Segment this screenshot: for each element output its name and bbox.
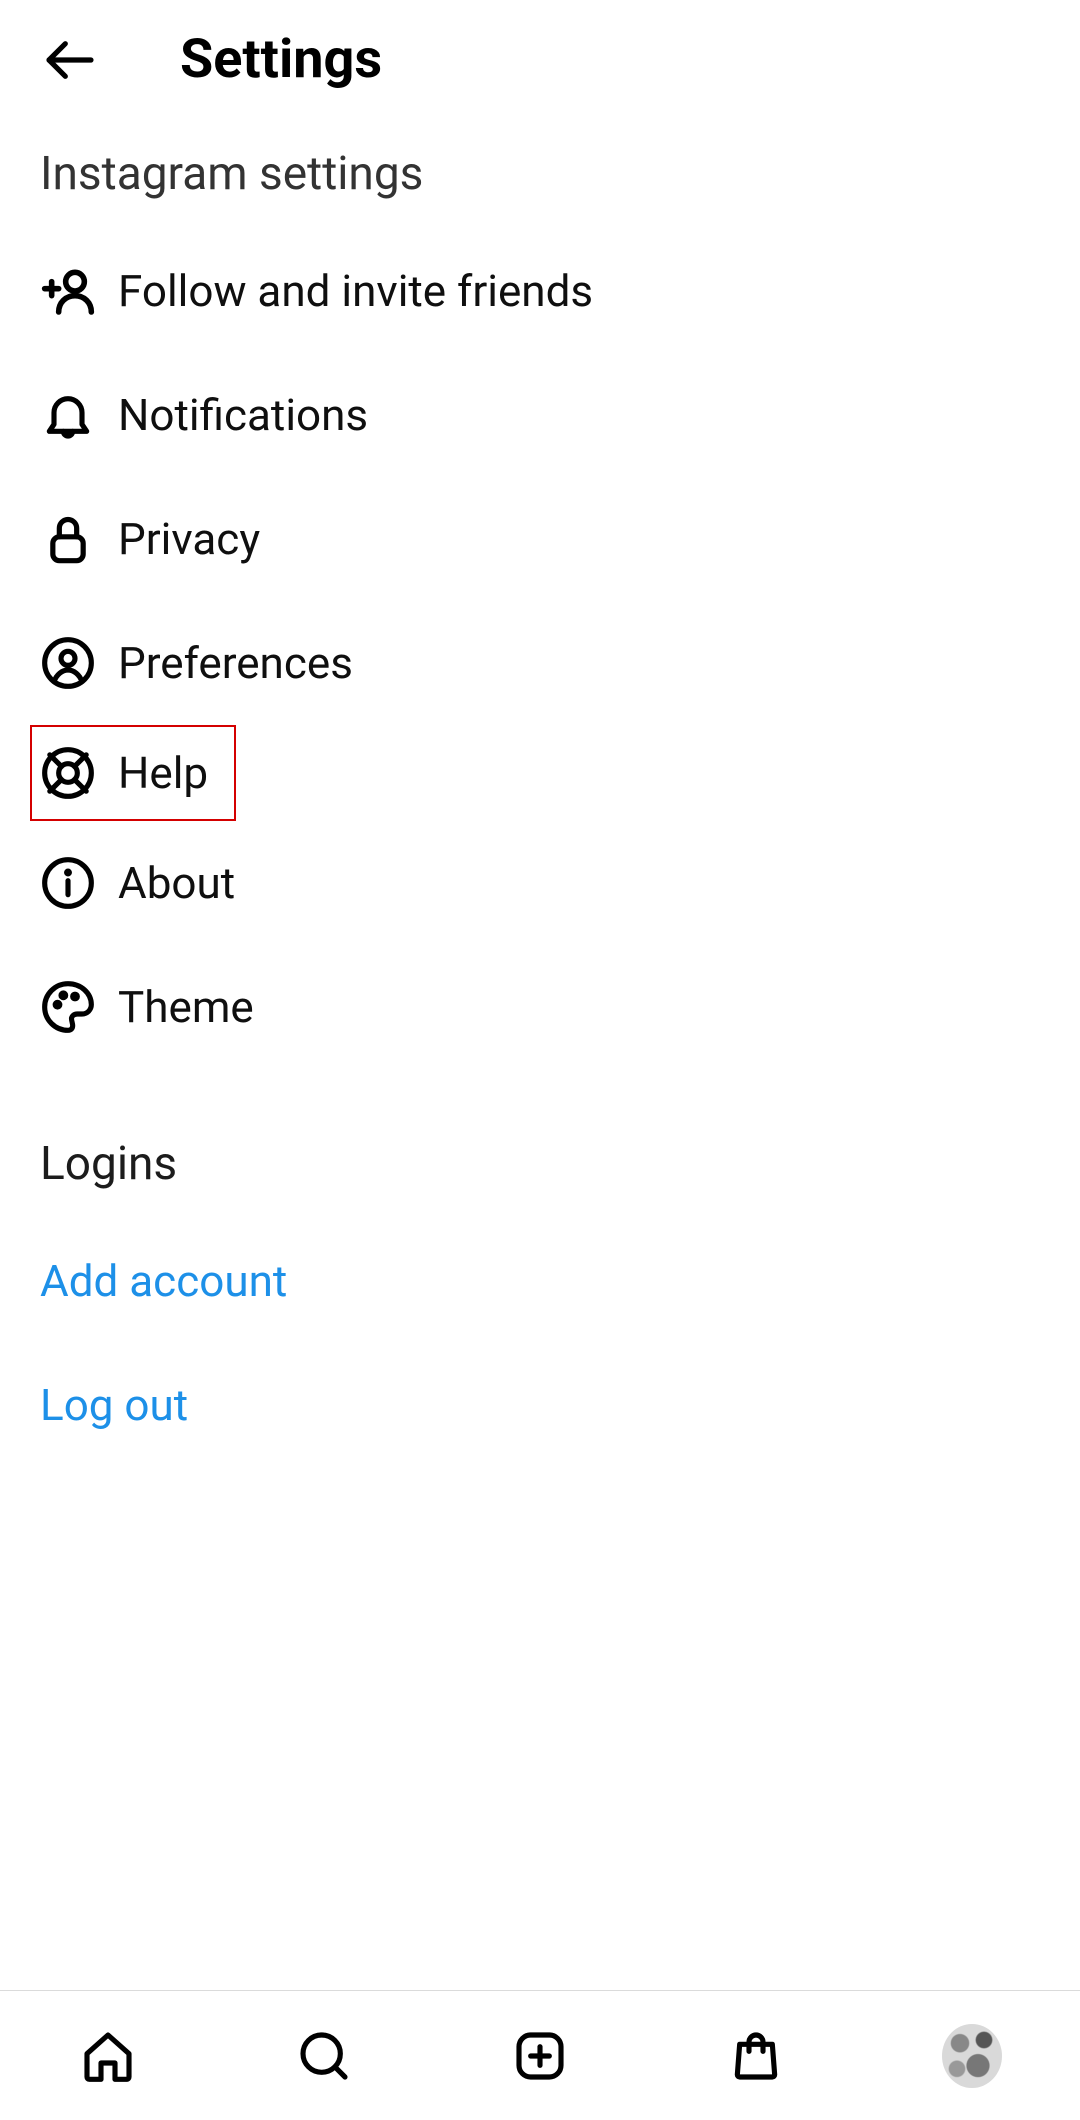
menu-item-follow-invite[interactable]: Follow and invite friends (0, 229, 1080, 353)
page-title: Settings (180, 28, 382, 91)
home-icon (80, 2028, 136, 2084)
header: Settings (0, 0, 1080, 119)
menu-label: Follow and invite friends (118, 265, 593, 317)
menu-item-preferences[interactable]: Preferences (0, 601, 1080, 725)
nav-home[interactable] (78, 2026, 138, 2086)
menu-label: Notifications (118, 389, 368, 441)
highlight-box: Help (30, 725, 236, 821)
add-person-icon (40, 263, 96, 319)
lifebuoy-icon (40, 745, 96, 801)
menu-label: About (118, 857, 235, 909)
palette-icon (40, 979, 96, 1035)
log-out-link[interactable]: Log out (0, 1343, 1080, 1467)
search-icon (296, 2028, 352, 2084)
avatar (942, 2024, 1002, 2088)
section-title-logins: Logins (0, 1109, 1080, 1219)
menu-item-about[interactable]: About (0, 821, 1080, 945)
bottom-nav (0, 1990, 1080, 2120)
person-circle-icon (40, 635, 96, 691)
menu-list: Follow and invite friends Notifications … (0, 229, 1080, 1069)
bell-icon (40, 387, 96, 443)
menu-label: Preferences (118, 637, 353, 689)
back-button[interactable] (40, 30, 100, 90)
nav-search[interactable] (294, 2026, 354, 2086)
menu-item-privacy[interactable]: Privacy (0, 477, 1080, 601)
shopping-bag-icon (728, 2028, 784, 2084)
add-account-link[interactable]: Add account (0, 1219, 1080, 1343)
arrow-left-icon (42, 32, 98, 88)
section-title-settings: Instagram settings (0, 119, 1080, 229)
menu-label: Privacy (118, 513, 260, 565)
nav-shop[interactable] (726, 2026, 786, 2086)
nav-create[interactable] (510, 2026, 570, 2086)
menu-item-theme[interactable]: Theme (0, 945, 1080, 1069)
lock-icon (40, 511, 96, 567)
nav-profile[interactable] (942, 2026, 1002, 2086)
info-icon (40, 855, 96, 911)
menu-item-help[interactable]: Help (30, 725, 1080, 821)
plus-square-icon (512, 2028, 568, 2084)
menu-item-notifications[interactable]: Notifications (0, 353, 1080, 477)
menu-label: Help (118, 747, 208, 799)
menu-label: Theme (118, 981, 254, 1033)
